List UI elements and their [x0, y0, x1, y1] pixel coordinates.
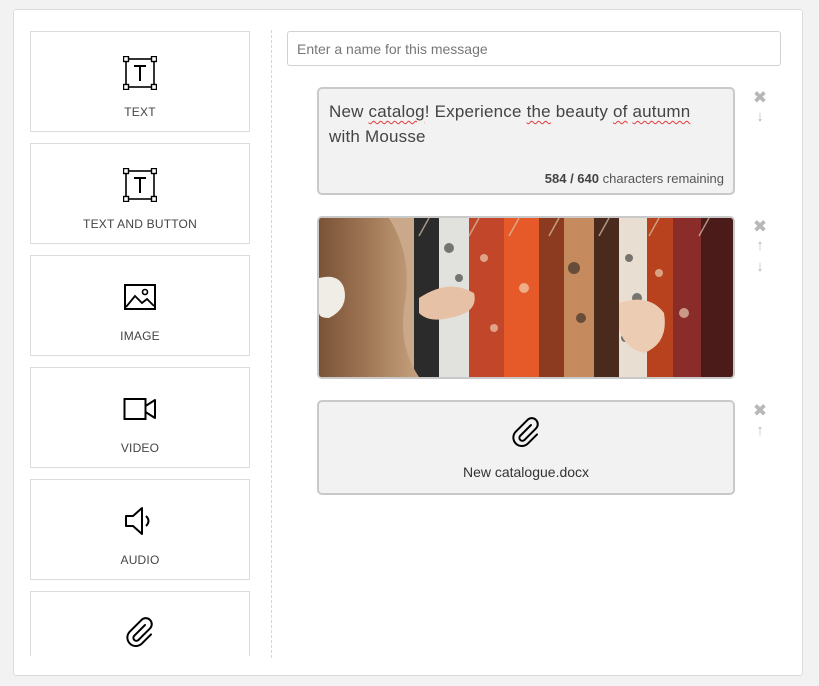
message-word: with Mousse — [329, 127, 426, 146]
palette-item-label: TEXT AND BUTTON — [83, 217, 197, 231]
text-message-block[interactable]: New catalog! Experience the beauty of au… — [317, 87, 735, 195]
palette-item-label: VIDEO — [120, 441, 160, 455]
column-divider — [271, 30, 272, 658]
character-counter-label: characters remaining — [602, 171, 724, 186]
move-down-arrow-icon[interactable]: ↓ — [752, 259, 768, 274]
palette-item-label: TEXT — [124, 105, 156, 119]
video-icon — [123, 392, 157, 426]
audio-icon — [123, 504, 157, 538]
palette-item-image[interactable]: IMAGE — [30, 255, 250, 356]
remove-text-block-icon[interactable]: ✖ — [752, 89, 768, 106]
message-word: of — [612, 102, 628, 121]
text-icon — [123, 168, 157, 202]
message-word: beauty — [555, 102, 609, 121]
message-name-input[interactable] — [287, 31, 781, 66]
move-up-arrow-icon[interactable]: ↑ — [752, 238, 768, 253]
image-icon — [123, 280, 157, 314]
block-palette: TEXT TEXT AND BUTTON IMAGE VIDEO AUDIO — [30, 31, 250, 656]
message-builder-panel: TEXT TEXT AND BUTTON IMAGE VIDEO AUDIO E… — [13, 9, 803, 676]
palette-item-label: IMAGE — [120, 329, 160, 343]
message-word: catalog — [368, 102, 425, 121]
palette-item-file[interactable] — [30, 591, 250, 656]
paperclip-icon — [123, 616, 157, 650]
remove-file-block-icon[interactable]: ✖ — [752, 402, 768, 419]
message-word: the — [526, 102, 551, 121]
paperclip-icon — [509, 416, 543, 455]
file-message-block[interactable]: New catalogue.docx — [317, 400, 735, 495]
message-word: autumn — [632, 102, 691, 121]
file-name: New catalogue.docx — [462, 464, 590, 480]
message-text[interactable]: New catalog! Experience the beauty of au… — [329, 99, 721, 149]
message-word: New — [329, 102, 364, 121]
clothing-rack-photo — [319, 218, 733, 377]
text-icon — [123, 56, 157, 90]
character-counter: 584 / 640 characters remaining — [545, 171, 724, 186]
palette-item-text-and-button[interactable]: TEXT AND BUTTON — [30, 143, 250, 244]
move-down-arrow-icon[interactable]: ↓ — [752, 109, 768, 124]
palette-item-video[interactable]: VIDEO — [30, 367, 250, 468]
palette-item-text[interactable]: TEXT — [30, 31, 250, 132]
palette-item-label: AUDIO — [120, 553, 160, 567]
message-word: ! Experience — [424, 102, 522, 121]
image-message-block[interactable] — [317, 216, 735, 379]
move-up-arrow-icon[interactable]: ↑ — [752, 423, 768, 438]
remove-image-block-icon[interactable]: ✖ — [752, 218, 768, 235]
palette-item-audio[interactable]: AUDIO — [30, 479, 250, 580]
character-count: 584 / 640 — [544, 171, 599, 186]
